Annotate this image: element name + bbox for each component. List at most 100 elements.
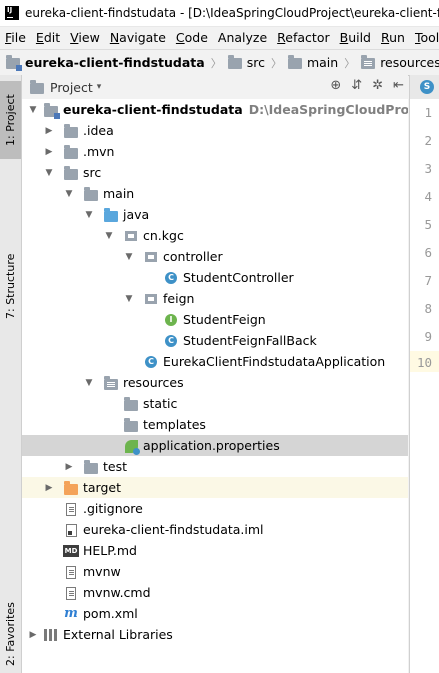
expand-arrow-icon[interactable]: ▼ [44,168,54,178]
spring-boot-class-icon: C [143,355,159,369]
breadcrumb-item-main[interactable]: main 〉 [282,55,355,71]
breadcrumb-item-src[interactable]: src 〉 [222,55,282,71]
line-number-gutter: 1 2 3 4 5 6 7 8 9 10 [410,99,439,673]
line-number: 1 [424,105,432,120]
tree-row-iml[interactable]: eureka-client-findstudata.iml [22,519,408,540]
tree-row-cn-kgc[interactable]: ▼ cn.kgc [22,225,408,246]
folder-icon [83,459,99,474]
scroll-from-source-icon[interactable]: ⊕ [330,78,341,93]
tree-row-src[interactable]: ▼ src [22,162,408,183]
tree-row-test[interactable]: ▶ test [22,456,408,477]
gear-icon[interactable]: ✲ [372,78,383,93]
tree-row-controller[interactable]: ▼ controller [22,246,408,267]
collapse-arrow-icon[interactable]: ▶ [44,147,54,157]
text-file-icon [63,586,79,600]
editor-tab[interactable]: S [410,75,439,100]
line-number: 8 [424,301,432,316]
chevron-right-icon: 〉 [270,56,282,70]
tree-row-mvnw[interactable]: mvnw [22,561,408,582]
tree-row-help-md[interactable]: MD HELP.md [22,540,408,561]
tab-structure[interactable]: 7: Structure [0,245,21,327]
tree-row-studentfeignfallback[interactable]: C StudentFeignFallBack [22,330,408,351]
expand-arrow-icon[interactable]: ▼ [84,210,94,220]
hide-panel-icon[interactable]: ⇤ [393,78,404,93]
tree-row-pom-xml[interactable]: m pom.xml [22,603,408,624]
chevron-right-icon: 〉 [210,56,222,70]
tree-row-application-properties[interactable]: application.properties [22,435,408,456]
tree-row-mvnw-cmd[interactable]: mvnw.cmd [22,582,408,603]
tab-favorites[interactable]: 2: Favorites [0,597,21,671]
folder-icon [227,55,242,69]
collapse-arrow-icon[interactable]: ▶ [44,483,54,493]
line-number-current: 10 [416,355,432,370]
expand-arrow-icon[interactable]: ▼ [124,252,134,262]
collapse-arrow-icon[interactable]: ▶ [28,630,38,640]
tree-row-resources[interactable]: ▼ resources [22,372,408,393]
project-panel-header: Project ▾ ⊕ ⇵ ✲ ⇤ [22,75,408,100]
line-number: 6 [424,245,432,260]
tree-row-gitignore[interactable]: .gitignore [22,498,408,519]
tree-row-main[interactable]: ▼ main [22,183,408,204]
module-folder-icon [43,102,60,119]
class-icon: S [420,80,434,94]
folder-icon [63,123,79,138]
title-bar: eureka-client-findstudata - [D:\IdeaSpri… [0,0,439,27]
menu-bar: File Edit View Navigate Code Analyze Ref… [0,27,439,48]
menu-file[interactable]: File [0,30,31,45]
tree-row-target[interactable]: ▶ target [22,477,408,498]
line-number: 2 [424,133,432,148]
tree-row-static[interactable]: static [22,393,408,414]
resources-folder-icon [103,375,119,390]
tree-row-idea[interactable]: ▶ .idea [22,120,408,141]
module-file-icon [63,523,79,537]
line-number: 3 [424,161,432,176]
menu-code[interactable]: Code [171,30,213,45]
folder-icon [63,144,79,159]
collapse-arrow-icon[interactable]: ▶ [44,126,54,136]
tree-row-external-libraries[interactable]: ▶ External Libraries [22,624,408,645]
package-icon [143,292,159,306]
tree-row-root[interactable]: ▼ eureka-client-findstudata D:\IdeaSpring… [22,99,408,120]
expand-arrow-icon[interactable]: ▼ [28,105,38,115]
expand-arrow-icon[interactable]: ▼ [104,231,114,241]
project-view-selector[interactable]: Project ▾ [30,79,102,95]
expand-arrow-icon[interactable]: ▼ [124,294,134,304]
tree-row-java[interactable]: ▼ java [22,204,408,225]
menu-tools[interactable]: Tool [410,30,439,45]
folder-icon [83,186,99,201]
tree-row-mvn[interactable]: ▶ .mvn [22,141,408,162]
libraries-icon [43,628,59,642]
expand-arrow-icon[interactable]: ▼ [64,189,74,199]
tree-row-feign[interactable]: ▼ feign [22,288,408,309]
menu-edit[interactable]: Edit [31,30,65,45]
tree-row-templates[interactable]: templates [22,414,408,435]
breadcrumb-item-resources[interactable]: resources 〉 [355,55,439,71]
window-title: eureka-client-findstudata - [D:\IdeaSpri… [25,6,439,20]
tree-row-studentfeign[interactable]: I StudentFeign [22,309,408,330]
collapse-arrow-icon[interactable]: ▶ [64,462,74,472]
text-file-icon [63,502,79,516]
folder-icon [287,55,302,69]
project-icon [30,79,44,94]
tab-project[interactable]: 1: Project [0,81,21,159]
expand-arrow-icon[interactable]: ▼ [84,378,94,388]
resources-folder-icon [361,55,376,69]
breadcrumb-item-project[interactable]: eureka-client-findstudata 〉 [0,55,222,71]
breadcrumb: eureka-client-findstudata 〉 src 〉 main 〉… [0,49,439,76]
tree-row-studentcontroller[interactable]: C StudentController [22,267,408,288]
package-icon [123,229,139,243]
dropdown-arrow-icon: ▾ [96,82,102,92]
maven-icon: m [64,605,78,621]
menu-run[interactable]: Run [376,30,410,45]
menu-build[interactable]: Build [335,30,376,45]
folder-icon [123,417,139,432]
line-number: 4 [424,189,432,204]
menu-refactor[interactable]: Refactor [272,30,334,45]
text-file-icon [63,565,79,579]
tree-row-application-class[interactable]: C EurekaClientFindstudataApplication [22,351,408,372]
left-tool-strip: 1: Project 7: Structure 2: Favorites [0,75,22,673]
collapse-all-icon[interactable]: ⇵ [351,78,362,93]
menu-view[interactable]: View [65,30,105,45]
menu-navigate[interactable]: Navigate [105,30,171,45]
menu-analyze[interactable]: Analyze [213,30,272,45]
